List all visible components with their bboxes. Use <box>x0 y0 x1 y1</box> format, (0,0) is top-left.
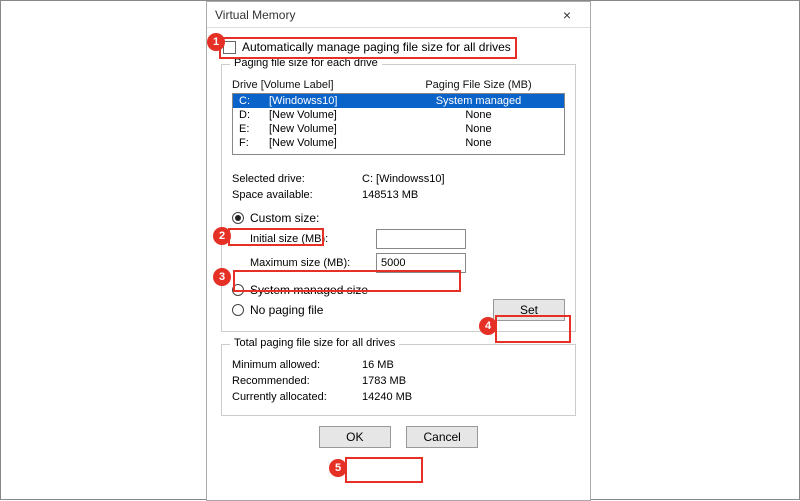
radio-icon <box>232 284 244 296</box>
no-paging-label: No paging file <box>250 303 323 317</box>
dialog-buttons: OK Cancel <box>221 426 576 448</box>
totals-groupbox: Total paging file size for all drives Mi… <box>221 344 576 416</box>
totals-group-title: Total paging file size for all drives <box>230 337 399 349</box>
recommended-value: 1783 MB <box>362 375 406 387</box>
maximum-size-row: Maximum size (MB): <box>232 251 565 275</box>
title-bar[interactable]: Virtual Memory × <box>207 2 590 28</box>
set-button[interactable]: Set <box>493 299 565 321</box>
space-available-value: 148513 MB <box>362 189 418 201</box>
cancel-button[interactable]: Cancel <box>406 426 478 448</box>
checkbox-icon <box>223 41 236 54</box>
drive-label: [New Volume] <box>269 123 399 135</box>
radio-icon <box>232 304 244 316</box>
currently-allocated-row: Currently allocated: 14240 MB <box>232 389 565 405</box>
min-allowed-label: Minimum allowed: <box>232 359 362 371</box>
currently-allocated-label: Currently allocated: <box>232 391 362 403</box>
dialog-content: Automatically manage paging file size fo… <box>207 28 590 458</box>
drive-size: None <box>399 109 558 121</box>
initial-size-input[interactable] <box>376 229 466 249</box>
space-available-row: Space available: 148513 MB <box>232 187 565 203</box>
drive-row-e[interactable]: E: [New Volume] None <box>233 122 564 136</box>
drive-label: [Windowss10] <box>269 95 399 107</box>
maximum-size-label: Maximum size (MB): <box>250 257 368 269</box>
selected-drive-value: C: [Windowss10] <box>362 173 445 185</box>
drive-row-f[interactable]: F: [New Volume] None <box>233 136 564 150</box>
selected-drive-row: Selected drive: C: [Windowss10] <box>232 171 565 187</box>
drive-row-d[interactable]: D: [New Volume] None <box>233 108 564 122</box>
auto-manage-checkbox[interactable]: Automatically manage paging file size fo… <box>221 38 576 56</box>
system-managed-label: System managed size <box>250 283 368 297</box>
min-allowed-value: 16 MB <box>362 359 394 371</box>
drive-label: [New Volume] <box>269 109 399 121</box>
drive-label: [New Volume] <box>269 137 399 149</box>
header-drive: Drive [Volume Label] <box>232 79 392 91</box>
header-size: Paging File Size (MB) <box>392 79 565 91</box>
recommended-row: Recommended: 1783 MB <box>232 373 565 389</box>
ok-button[interactable]: OK <box>319 426 391 448</box>
drives-groupbox: Paging file size for each drive Drive [V… <box>221 64 576 332</box>
drive-list[interactable]: C: [Windowss10] System managed D: [New V… <box>232 93 565 155</box>
virtual-memory-dialog: Virtual Memory × Automatically manage pa… <box>206 1 591 501</box>
drives-group-title: Paging file size for each drive <box>230 57 382 69</box>
close-icon[interactable]: × <box>552 7 582 23</box>
initial-size-row: Initial size (MB): <box>232 227 565 251</box>
recommended-label: Recommended: <box>232 375 362 387</box>
drive-row-c[interactable]: C: [Windowss10] System managed <box>233 94 564 108</box>
radio-icon <box>232 212 244 224</box>
space-available-label: Space available: <box>232 189 362 201</box>
drive-letter: F: <box>239 137 269 149</box>
drive-size: System managed <box>399 95 558 107</box>
currently-allocated-value: 14240 MB <box>362 391 412 403</box>
custom-size-radio[interactable]: Custom size: <box>232 209 565 227</box>
drive-list-header: Drive [Volume Label] Paging File Size (M… <box>232 77 565 93</box>
drive-letter: C: <box>239 95 269 107</box>
custom-size-label: Custom size: <box>250 211 319 225</box>
dialog-title: Virtual Memory <box>215 8 295 22</box>
auto-manage-label: Automatically manage paging file size fo… <box>242 40 511 54</box>
maximum-size-input[interactable] <box>376 253 466 273</box>
no-paging-radio[interactable]: No paging file <box>232 301 323 319</box>
drive-size: None <box>399 137 558 149</box>
initial-size-label: Initial size (MB): <box>250 233 368 245</box>
selected-drive-label: Selected drive: <box>232 173 362 185</box>
system-managed-radio[interactable]: System managed size <box>232 281 565 299</box>
drive-size: None <box>399 123 558 135</box>
min-allowed-row: Minimum allowed: 16 MB <box>232 357 565 373</box>
drive-letter: D: <box>239 109 269 121</box>
drive-letter: E: <box>239 123 269 135</box>
